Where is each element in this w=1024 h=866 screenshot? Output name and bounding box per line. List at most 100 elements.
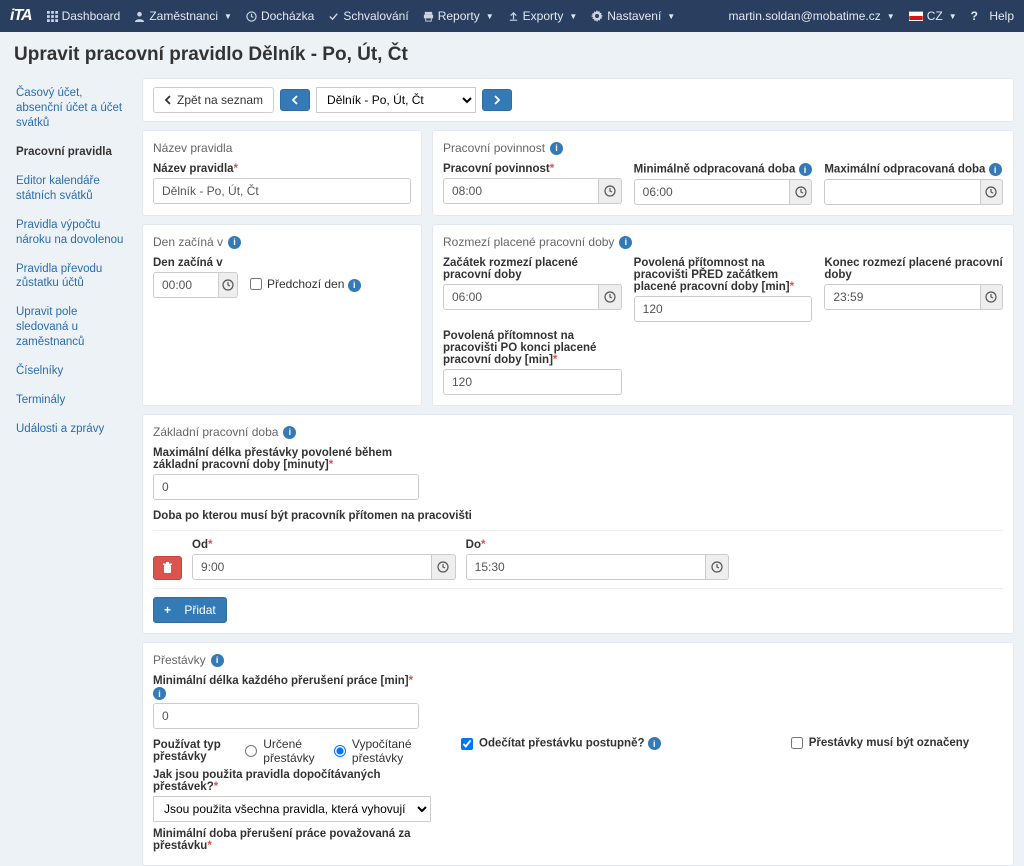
help-link[interactable]: ? Help xyxy=(971,9,1014,23)
next-button[interactable] xyxy=(482,89,512,111)
topbar: iTA Dashboard Zaměstnanci▼ Docházka Schv… xyxy=(0,0,1024,32)
min-worked-input[interactable] xyxy=(634,179,790,205)
export-icon xyxy=(508,11,519,22)
field-label: Povolená přítomnost na pracovišti PO kon… xyxy=(443,330,622,366)
to-input[interactable] xyxy=(466,554,706,580)
back-button[interactable]: Zpět na seznam xyxy=(153,87,274,113)
nav-reports[interactable]: Reporty▼ xyxy=(423,9,494,23)
sidebar-item-4[interactable]: Pravidla převodu zůstatku účtů xyxy=(16,262,126,292)
field-label: Pracovní povinnost* xyxy=(443,163,622,175)
info-icon[interactable]: i xyxy=(348,279,361,292)
info-icon[interactable]: i xyxy=(550,142,563,155)
delete-row-button[interactable] xyxy=(153,556,182,580)
max-worked-input[interactable] xyxy=(824,179,980,205)
page-title: Upravit pracovní pravidlo Dělník - Po, Ú… xyxy=(0,32,1024,78)
chevron-right-icon xyxy=(493,95,501,105)
clock-picker-button[interactable] xyxy=(981,284,1004,310)
clock-icon xyxy=(795,186,807,198)
field-label: Maximální odpracovaná doba i xyxy=(824,163,1003,176)
section-breaks: Přestávky i Minimální délka každého přer… xyxy=(142,642,1014,866)
field-label: Minimálně odpracovaná doba i xyxy=(634,163,813,176)
info-icon[interactable]: i xyxy=(989,163,1002,176)
sidebar-item-6[interactable]: Číselníky xyxy=(16,364,126,379)
range-start-input[interactable] xyxy=(443,284,599,310)
range-end-input[interactable] xyxy=(824,284,980,310)
sidebar-item-1[interactable]: Pracovní pravidla xyxy=(16,145,126,160)
min-break-input[interactable] xyxy=(153,703,419,729)
clock-picker-button[interactable] xyxy=(432,554,456,580)
lang-menu[interactable]: CZ▼ xyxy=(909,9,957,23)
nav-settings[interactable]: Nastavení▼ xyxy=(591,9,675,23)
field-label: Maximální délka přestávky povolené během… xyxy=(153,447,419,471)
add-row-button[interactable]: + Přidat xyxy=(153,597,227,623)
clock-picker-button[interactable] xyxy=(219,272,238,298)
sidebar-item-0[interactable]: Časový účet, absenční účet a účet svátků xyxy=(16,86,126,131)
sidebar-item-2[interactable]: Editor kalendáře státních svátků xyxy=(16,174,126,204)
obligation-input[interactable] xyxy=(443,178,599,204)
info-icon[interactable]: i xyxy=(228,236,241,249)
field-label: Konec rozmezí placené pracovní doby xyxy=(824,257,1003,281)
max-break-input[interactable] xyxy=(153,474,419,500)
info-icon[interactable]: i xyxy=(283,426,296,439)
chevron-left-icon xyxy=(164,95,172,105)
after-min-input[interactable] xyxy=(443,369,622,395)
nav-dashboard[interactable]: Dashboard xyxy=(47,9,121,23)
break-type-radio-fixed[interactable] xyxy=(245,745,257,757)
info-icon[interactable]: i xyxy=(648,737,661,750)
rule-name-input[interactable] xyxy=(153,178,411,204)
nav-attendance[interactable]: Docházka xyxy=(246,9,314,23)
field-label: Minimální doba přerušení práce považovan… xyxy=(153,828,431,852)
clock-icon xyxy=(985,186,997,198)
radio-label: Vypočítané přestávky xyxy=(352,737,431,765)
clock-picker-button[interactable] xyxy=(599,284,622,310)
section-paid-range: Rozmezí placené pracovní doby i Začátek … xyxy=(432,224,1014,406)
sidebar-item-3[interactable]: Pravidla výpočtu nároku na dovolenou xyxy=(16,218,126,248)
clock-icon xyxy=(222,279,234,291)
day-start-input[interactable] xyxy=(153,272,219,298)
before-min-input[interactable] xyxy=(634,296,813,322)
clock-picker-button[interactable] xyxy=(706,554,730,580)
checkbox-label: Přestávky musí být označeny xyxy=(809,737,969,749)
break-type-radio-computed[interactable] xyxy=(334,745,346,757)
user-menu[interactable]: martin.soldan@mobatime.cz▼ xyxy=(729,9,895,23)
info-icon[interactable]: i xyxy=(211,654,224,667)
user-icon xyxy=(134,11,145,22)
from-input[interactable] xyxy=(192,554,432,580)
clock-icon xyxy=(437,561,449,573)
section-name: Název pravidla Název pravidla* xyxy=(142,130,422,216)
top-nav: Dashboard Zaměstnanci▼ Docházka Schvalov… xyxy=(47,9,729,23)
info-icon[interactable]: i xyxy=(619,236,632,249)
prev-button[interactable] xyxy=(280,89,310,111)
checkbox-label: Odečítat přestávku postupně? i xyxy=(479,737,661,750)
clock-picker-button[interactable] xyxy=(599,178,622,204)
field-label: Od* xyxy=(192,539,456,551)
section-core-time: Základní pracovní doba i Maximální délka… xyxy=(142,414,1014,634)
info-icon[interactable]: i xyxy=(153,687,166,700)
clock-icon xyxy=(985,291,997,303)
nav-approval[interactable]: Schvalování xyxy=(328,9,408,23)
sidebar-item-7[interactable]: Terminály xyxy=(16,393,126,408)
rule-select[interactable]: Dělník - Po, Út, Čt xyxy=(316,87,476,113)
clock-picker-button[interactable] xyxy=(981,179,1004,205)
clock-icon xyxy=(604,291,616,303)
subsection-label: Doba po kterou musí být pracovník přítom… xyxy=(153,510,1003,522)
section-title: Název pravidla xyxy=(153,141,411,155)
breaks-marked-checkbox[interactable] xyxy=(791,737,803,749)
sidebar-item-5[interactable]: Upravit pole sledovaná u zaměstnanců xyxy=(16,305,126,350)
prev-day-checkbox[interactable] xyxy=(250,278,262,290)
clock-icon xyxy=(711,561,723,573)
section-title: Přestávky i xyxy=(153,653,1003,667)
gear-icon xyxy=(591,10,603,22)
info-icon[interactable]: i xyxy=(799,163,812,176)
section-title: Základní pracovní doba i xyxy=(153,425,1003,439)
deduct-break-checkbox[interactable] xyxy=(461,738,473,750)
break-rules-select[interactable]: Jsou použita všechna pravidla, která vyh… xyxy=(153,796,431,822)
field-label: Začátek rozmezí placené pracovní doby xyxy=(443,257,622,281)
nav-employees[interactable]: Zaměstnanci▼ xyxy=(134,9,232,23)
record-toolbar: Zpět na seznam Dělník - Po, Út, Čt xyxy=(142,78,1014,122)
clock-picker-button[interactable] xyxy=(790,179,813,205)
sidebar-item-8[interactable]: Události a zprávy xyxy=(16,422,126,437)
grid-icon xyxy=(47,11,58,22)
nav-exports[interactable]: Exporty▼ xyxy=(508,9,578,23)
field-label: Minimální délka každého přerušení práce … xyxy=(153,675,419,700)
